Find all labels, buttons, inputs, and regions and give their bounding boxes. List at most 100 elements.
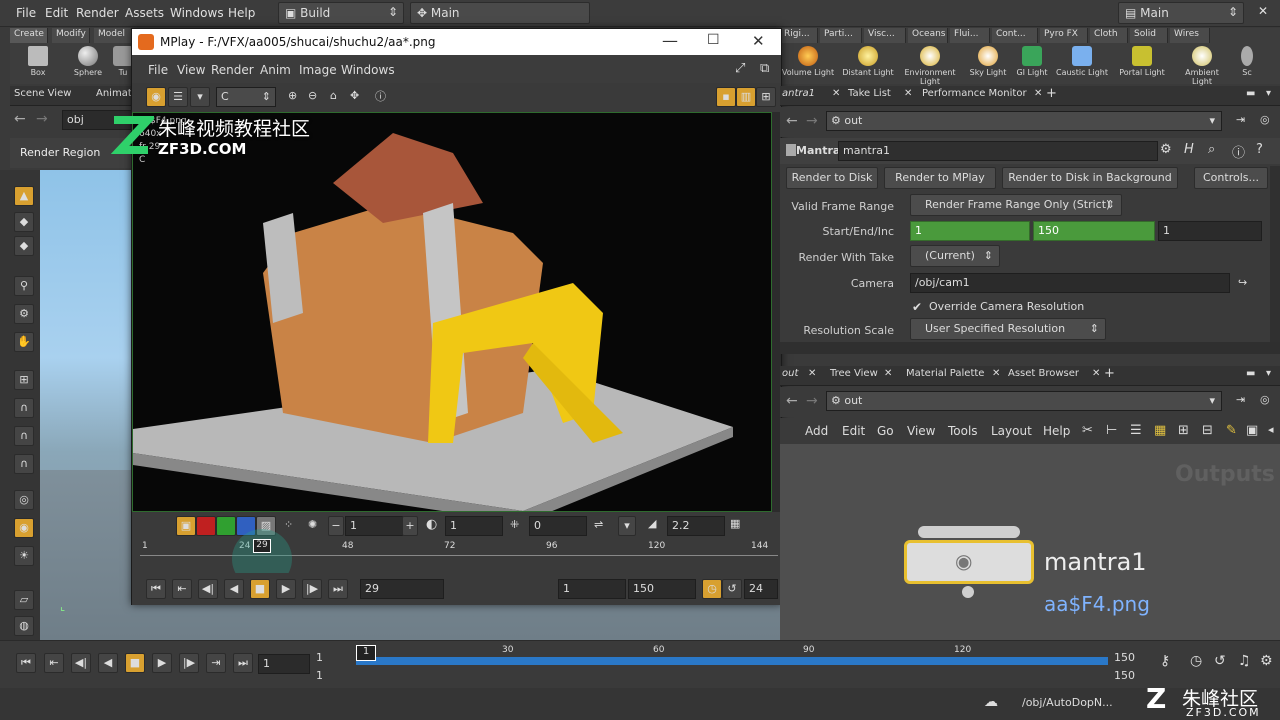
list-icon[interactable]: ☰: [1130, 423, 1142, 438]
forward-arrow-icon[interactable]: →: [806, 113, 818, 129]
mplay-menu-file[interactable]: File: [148, 63, 168, 77]
sc-tool[interactable]: Sc: [1234, 46, 1260, 84]
panel-menu-icon[interactable]: ▬: [1246, 368, 1255, 379]
step-back-icon[interactable]: ◀|: [198, 579, 218, 599]
tab-mantra1[interactable]: antra1: [782, 88, 815, 99]
minimize-icon[interactable]: —: [662, 31, 678, 50]
zoom-in-icon[interactable]: ⊕: [288, 89, 297, 102]
end-frame-field[interactable]: 150: [628, 579, 696, 599]
lut-dropdown-icon[interactable]: ▾: [618, 516, 636, 536]
audio-icon[interactable]: ♫: [1238, 653, 1251, 669]
display-icon[interactable]: ▣: [1246, 423, 1258, 438]
back-arrow-icon[interactable]: ←: [786, 393, 798, 409]
pin-icon[interactable]: ⇥: [1236, 113, 1245, 126]
resolution-scale-menu[interactable]: User Specified Resolution ⇕: [910, 318, 1106, 340]
offset-field[interactable]: 0: [529, 516, 587, 536]
shelf-tab-container[interactable]: Cont...: [992, 28, 1038, 43]
shelf-tab-cloth[interactable]: Cloth: [1090, 28, 1128, 43]
current-frame-field[interactable]: 1: [258, 654, 310, 674]
search-icon[interactable]: ⌕: [1208, 142, 1215, 157]
menu-help[interactable]: Help: [228, 6, 255, 20]
distant-light-tool[interactable]: Distant Light: [840, 46, 896, 84]
mplay-menu-anim[interactable]: Anim: [260, 63, 291, 77]
shelf-tab-particles[interactable]: Parti...: [820, 28, 862, 43]
gamma-field[interactable]: 1: [345, 516, 403, 536]
forward-arrow-icon[interactable]: →: [36, 111, 48, 127]
shelf-tab-model[interactable]: Model: [94, 28, 132, 43]
ambient-light-tool[interactable]: Ambient Light: [1174, 46, 1230, 86]
network-path-field[interactable]: ⚙ out ▾: [826, 391, 1222, 411]
render-image[interactable]: aa$F4.png 640x fr 29 C: [132, 112, 772, 512]
mplay-menu-windows[interactable]: Windows: [341, 63, 395, 77]
menu-file[interactable]: File: [16, 6, 36, 20]
tab-out[interactable]: out: [782, 368, 798, 379]
menu-render[interactable]: Render: [76, 6, 119, 20]
next-key-icon[interactable]: ⇥: [206, 653, 226, 673]
camera-icon[interactable]: ◎: [14, 490, 34, 510]
skip-end-icon[interactable]: ⏭: [328, 579, 348, 599]
realtime-icon[interactable]: ◷: [702, 579, 722, 599]
shelf-tab-viscous[interactable]: Visc...: [864, 28, 906, 43]
zoom-out-icon[interactable]: ⊖: [308, 89, 317, 102]
tab-tree-view[interactable]: Tree View: [830, 368, 878, 379]
back-arrow-icon[interactable]: ←: [786, 113, 798, 129]
volume-light-tool[interactable]: Volume Light: [780, 46, 836, 84]
link-icon[interactable]: ◎: [1260, 113, 1270, 126]
plus-button[interactable]: +: [402, 516, 418, 536]
node-output-connector[interactable]: [962, 586, 974, 598]
box-tool[interactable]: Box: [18, 46, 58, 84]
tab-asset-browser[interactable]: Asset Browser: [1008, 368, 1079, 379]
shelf-tab-modify[interactable]: Modify: [52, 28, 90, 43]
net-menu-go[interactable]: Go: [877, 424, 894, 438]
mplay-menu-image[interactable]: Image: [299, 63, 337, 77]
current-frame-marker[interactable]: 29: [253, 539, 271, 553]
table-icon[interactable]: ⊞: [1178, 423, 1189, 438]
pin-icon[interactable]: ⇥: [1236, 393, 1245, 406]
step-forward-icon[interactable]: |▶: [302, 579, 322, 599]
increment-input[interactable]: 1: [1158, 221, 1262, 241]
skip-end-icon[interactable]: ⏭: [233, 653, 253, 673]
caustic-light-tool[interactable]: Caustic Light: [1054, 46, 1110, 84]
camera-chooser-icon[interactable]: ↪: [1238, 276, 1247, 289]
eraser-icon[interactable]: ▱: [14, 590, 34, 610]
rotate-tool-icon[interactable]: ◆: [14, 236, 34, 256]
key-icon[interactable]: ⚷: [1160, 653, 1170, 669]
minus-button[interactable]: −: [328, 516, 344, 536]
offset-icon[interactable]: ⁜: [510, 518, 519, 531]
light-icon[interactable]: ☀: [14, 546, 34, 566]
add-tab-icon[interactable]: +: [1104, 366, 1115, 381]
step-back-icon[interactable]: ◀|: [71, 653, 91, 673]
snapshot-icon[interactable]: ◉: [146, 87, 166, 107]
help-h-icon[interactable]: H: [1184, 142, 1194, 157]
net-menu-tools[interactable]: Tools: [948, 424, 978, 438]
display-icon[interactable]: ◍: [14, 616, 34, 636]
portal-light-tool[interactable]: Portal Light: [1114, 46, 1170, 84]
mplay-timeline[interactable]: 1 24 48 72 96 120 144 29: [132, 529, 781, 589]
close-icon[interactable]: ✕: [832, 88, 840, 99]
play-reverse-icon[interactable]: ◀: [98, 653, 118, 673]
mplay-menu-render[interactable]: Render: [211, 63, 254, 77]
status-path[interactable]: /obj/AutoDopN...: [1022, 696, 1113, 709]
shelf-tab-wires[interactable]: Wires: [1170, 28, 1210, 43]
add-tab-icon[interactable]: +: [1046, 86, 1057, 101]
chevron-down-icon[interactable]: ▾: [1266, 368, 1271, 379]
magnet-icon[interactable]: ∩: [14, 398, 34, 418]
channel-select[interactable]: C ⇕: [216, 87, 276, 107]
green-channel-icon[interactable]: [216, 516, 236, 536]
forward-arrow-icon[interactable]: →: [806, 393, 818, 409]
valid-frame-range-menu[interactable]: Render Frame Range Only (Strict) ⇕: [910, 194, 1122, 216]
shelf-tab-pyrofx[interactable]: Pyro FX: [1040, 28, 1088, 43]
render-background-button[interactable]: Render to Disk in Background: [1002, 167, 1178, 189]
network-canvas[interactable]: Outputs ◉ mantra1 aa$F4.png: [780, 444, 1280, 640]
pane-divider[interactable]: [780, 342, 1280, 354]
pin-icon[interactable]: ⤢: [735, 61, 745, 76]
select-tool-icon[interactable]: ▲: [14, 186, 34, 206]
view-tool-icon[interactable]: ✋: [14, 332, 34, 352]
rgb-channel-icon[interactable]: ▣: [176, 516, 196, 536]
prev-key-icon[interactable]: ⇤: [44, 653, 64, 673]
loop-icon[interactable]: ↺: [1214, 653, 1226, 669]
lut-icon[interactable]: ⇌: [594, 518, 603, 531]
skip-start-icon[interactable]: ⏮: [146, 579, 166, 599]
close-icon[interactable]: ✕: [1258, 4, 1268, 18]
stop-icon[interactable]: ■: [250, 579, 270, 599]
